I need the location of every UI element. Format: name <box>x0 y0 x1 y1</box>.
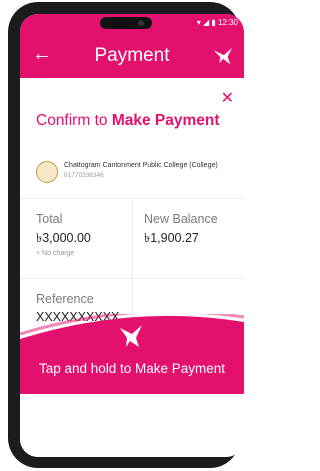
merchant-phone: 01770236346 <box>64 172 104 179</box>
new-balance-value: ৳1,900.27 <box>144 231 199 245</box>
total-label: Total <box>36 212 63 226</box>
merchant-logo <box>36 161 58 183</box>
pay-button-label: Tap and hold to Make Payment <box>38 361 226 376</box>
merchant-name: Chattogram Cantonment Public College (Co… <box>64 162 218 169</box>
confirm-heading: Confirm to Make Payment <box>36 112 220 130</box>
status-time: 12:30 <box>217 18 238 27</box>
system-icons: ▾ ◢ ▮ 12:30 <box>197 18 238 27</box>
signal-icon: ◢ <box>202 18 210 27</box>
camera-notch <box>100 17 152 29</box>
phone-frame: ▾ ◢ ▮ 12:30 ← Payment ✕ Confirm to Make … <box>8 2 244 468</box>
app-bar: ← Payment <box>20 34 244 78</box>
screen: ▾ ◢ ▮ 12:30 ← Payment ✕ Confirm to Make … <box>20 14 244 457</box>
close-icon[interactable]: ✕ <box>221 88 234 108</box>
merchant-row: Chattogram Cantonment Public College (Co… <box>36 160 236 188</box>
status-bar: ▾ ◢ ▮ 12:30 <box>20 14 244 34</box>
confirm-bold: Make Payment <box>111 112 220 129</box>
battery-icon: ▮ <box>211 18 216 27</box>
confirm-prefix: Confirm to <box>36 112 112 129</box>
payment-confirm-card: ✕ Confirm to Make Payment Chattogram Can… <box>20 78 244 457</box>
wifi-icon: ▾ <box>196 18 201 27</box>
new-balance-label: New Balance <box>144 212 218 226</box>
reference-label: Reference <box>36 292 94 306</box>
bkash-bird-logo-icon <box>213 47 233 65</box>
charge-note: + No charge <box>36 250 75 257</box>
total-value: ৳3,000.00 <box>36 231 91 245</box>
page-title: Payment <box>94 45 170 66</box>
tap-hold-pay-button[interactable] <box>20 314 244 394</box>
